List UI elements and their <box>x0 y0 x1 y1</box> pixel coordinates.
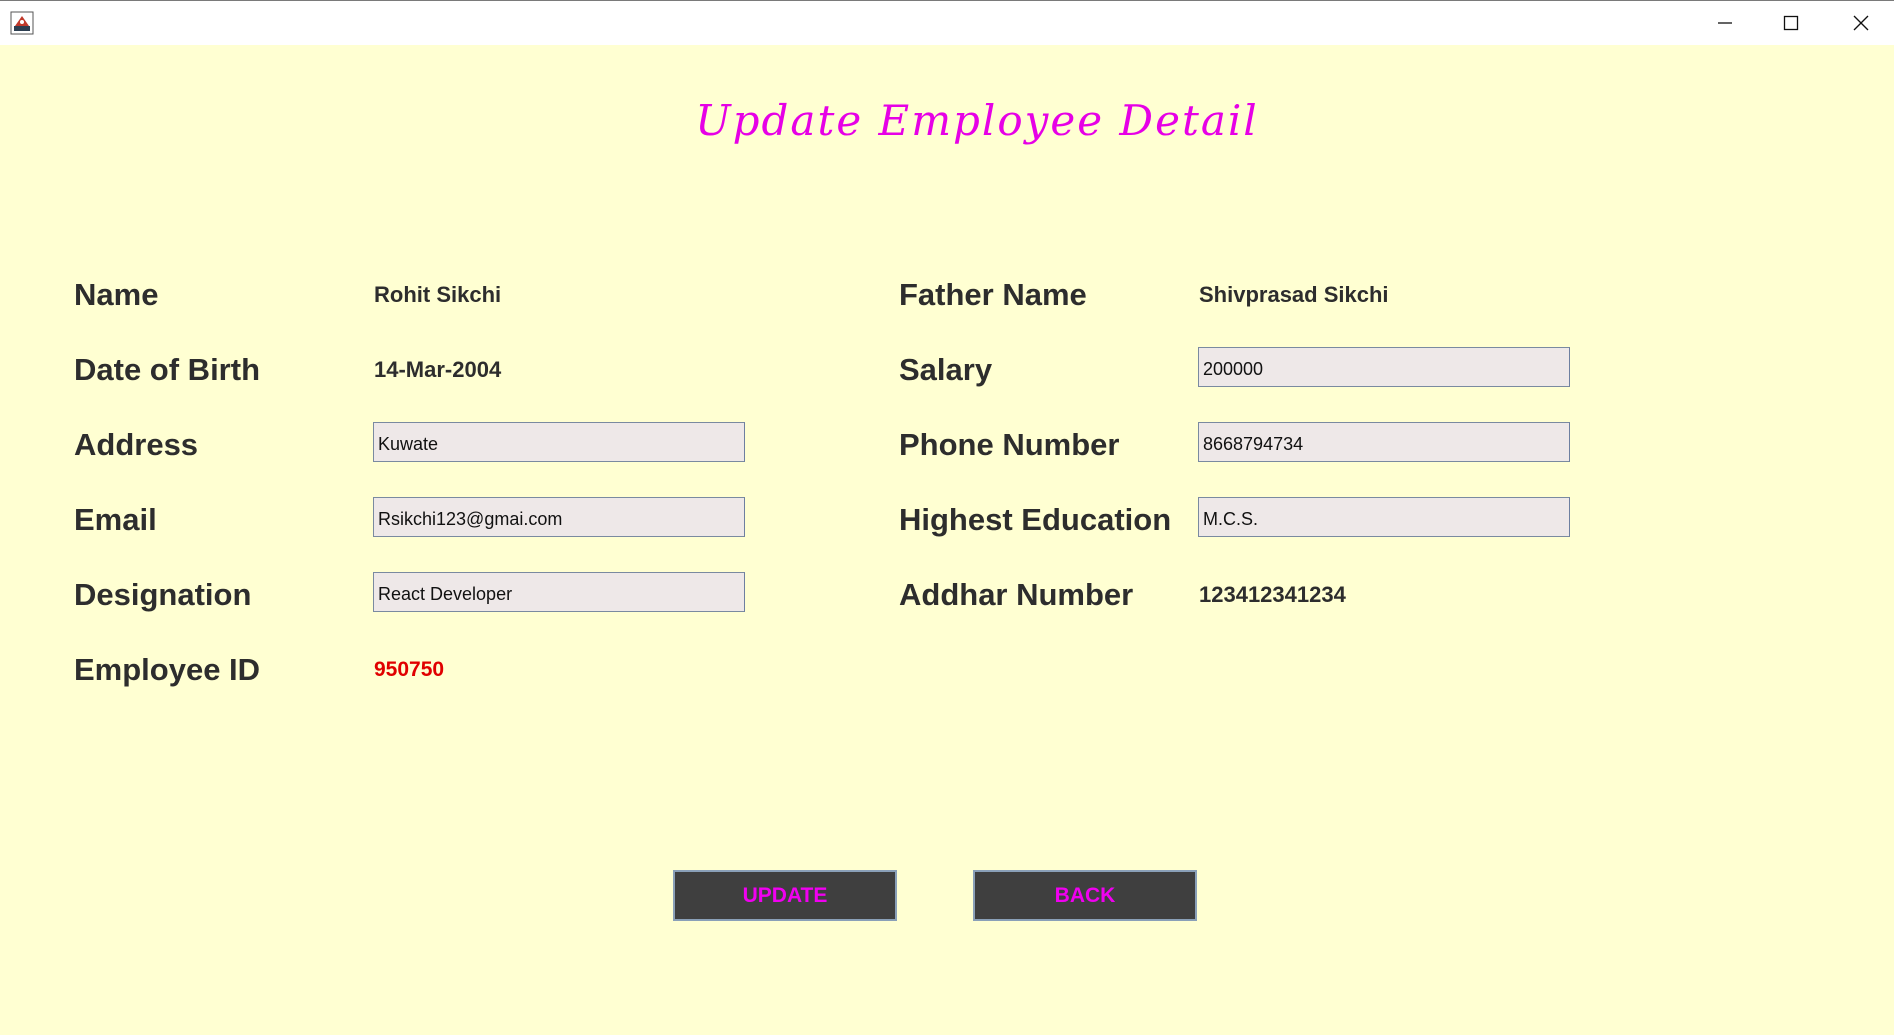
dob-value: 14-Mar-2004 <box>374 357 502 382</box>
dob-label: Date of Birth <box>74 352 260 387</box>
minimize-button[interactable] <box>1690 1 1760 45</box>
father-name-label: Father Name <box>899 277 1087 312</box>
close-button[interactable] <box>1826 1 1894 45</box>
education-label: Highest Education <box>899 502 1172 537</box>
phone-label: Phone Number <box>899 427 1120 462</box>
name-label: Name <box>74 277 159 312</box>
address-label: Address <box>74 427 199 462</box>
address-field[interactable] <box>373 422 745 462</box>
back-button[interactable]: BACK <box>973 870 1197 921</box>
salary-label: Salary <box>899 352 993 387</box>
minimize-icon <box>1718 22 1732 24</box>
maximize-icon <box>1783 15 1799 31</box>
salary-field[interactable] <box>1198 347 1570 387</box>
designation-field[interactable] <box>373 572 745 612</box>
java-app-icon <box>10 11 34 35</box>
email-field[interactable] <box>373 497 745 537</box>
aadhar-value: 123412341234 <box>1199 582 1346 607</box>
window-titlebar <box>0 0 1894 45</box>
aadhar-label: Addhar Number <box>899 577 1134 612</box>
email-label: Email <box>74 502 157 537</box>
update-button[interactable]: UPDATE <box>673 870 897 921</box>
maximize-button[interactable] <box>1756 1 1826 45</box>
name-value: Rohit Sikchi <box>374 282 502 307</box>
employee-id-value: 950750 <box>374 658 445 681</box>
designation-label: Designation <box>74 577 252 612</box>
close-icon <box>1853 15 1869 31</box>
education-field[interactable] <box>1198 497 1570 537</box>
father-name-value: Shivprasad Sikchi <box>1199 282 1389 307</box>
page-title: Update Employee Detail <box>695 96 1259 145</box>
phone-field[interactable] <box>1198 422 1570 462</box>
employee-id-label: Employee ID <box>74 652 261 687</box>
